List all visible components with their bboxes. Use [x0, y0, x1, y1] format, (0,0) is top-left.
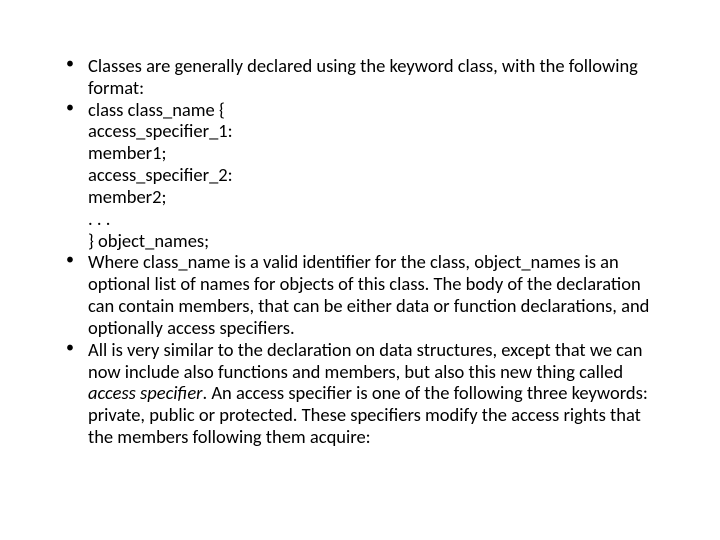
- code-line: . . .: [88, 208, 660, 230]
- bullet-item-2: class class_name { access_specifier_1: m…: [60, 99, 660, 252]
- bullet-text-emphasis: access specifier: [88, 381, 203, 404]
- code-line: member2;: [88, 186, 660, 208]
- bullet-list: Classes are generally declared using the…: [60, 55, 660, 448]
- bullet-item-4: All is very similar to the declaration o…: [60, 339, 660, 448]
- code-line: class class_name {: [88, 99, 660, 121]
- bullet-text-pre: All is very similar to the declaration o…: [88, 338, 643, 383]
- code-line: access_specifier_1:: [88, 120, 660, 142]
- bullet-text: Where class_name is a valid identifier f…: [88, 251, 660, 338]
- code-line: access_specifier_2:: [88, 164, 660, 186]
- code-line: member1;: [88, 142, 660, 164]
- slide-content: Classes are generally declared using the…: [0, 0, 720, 540]
- bullet-item-3: Where class_name is a valid identifier f…: [60, 251, 660, 338]
- bullet-item-1: Classes are generally declared using the…: [60, 55, 660, 99]
- bullet-text: Classes are generally declared using the…: [88, 55, 660, 99]
- code-line: } object_names;: [88, 230, 660, 252]
